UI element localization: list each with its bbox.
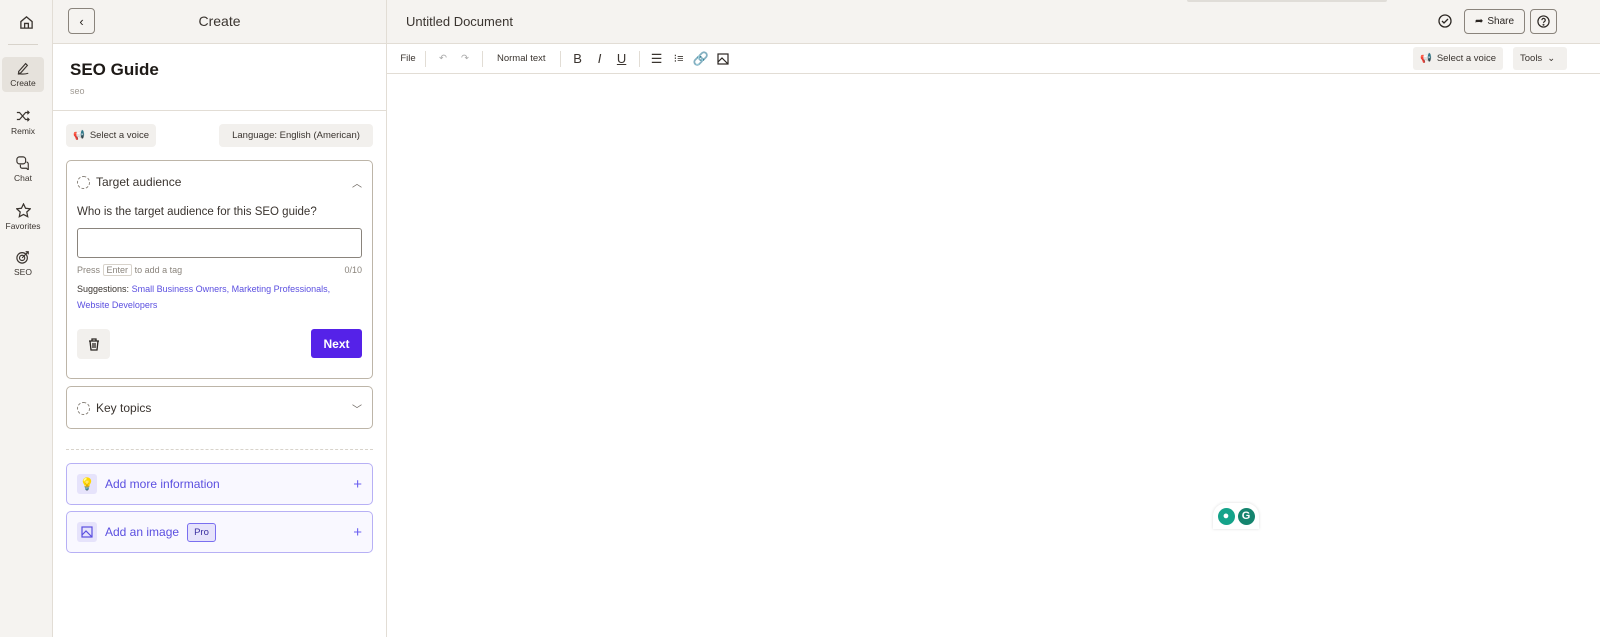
suggestions-label: Suggestions: <box>77 284 130 294</box>
suggestion-link[interactable]: Website Developers <box>77 300 157 310</box>
editor-toolbar: File ↶ ↷ Normal text B I U ☰ ⁝≡ 🔗 📢 Selec… <box>387 44 1600 74</box>
link-icon[interactable]: 🔗 <box>690 48 712 70</box>
next-button[interactable]: Next <box>311 329 362 358</box>
suggestion-link[interactable]: Small Business Owners, <box>132 284 230 294</box>
panel-header: ‹ Create <box>53 0 386 44</box>
rail-item-remix[interactable]: Remix <box>2 105 44 140</box>
underline-icon[interactable]: U <box>611 48 633 70</box>
audience-input[interactable] <box>77 228 362 258</box>
step-header[interactable]: Target audience ︿ <box>67 161 372 203</box>
chevron-down-icon[interactable]: ﹀ <box>352 401 362 416</box>
suggestions: Suggestions: Small Business Owners, Mark… <box>67 281 372 313</box>
delete-button[interactable] <box>77 329 110 359</box>
trash-icon <box>88 337 99 351</box>
home-button[interactable] <box>0 8 53 36</box>
editor-select-voice-button[interactable]: 📢 Select a voice <box>1413 47 1503 70</box>
document-title[interactable]: Untitled Document <box>406 14 513 29</box>
add-more-information-button[interactable]: 💡 Add more information + <box>66 463 373 505</box>
tools-dropdown[interactable]: Tools ⌄ <box>1513 47 1567 70</box>
help-icon <box>1537 15 1550 28</box>
tools-label: Tools <box>1520 53 1543 64</box>
panel-header-title: Create <box>198 13 241 29</box>
lightbulb-icon: 💡 <box>77 474 97 494</box>
home-icon <box>20 15 33 29</box>
editor-topbar: Untitled Document ➦ Share <box>387 0 1600 44</box>
redo-icon[interactable]: ↷ <box>454 48 476 70</box>
enter-key: Enter <box>102 264 133 276</box>
hint-text: to add a tag <box>134 265 183 275</box>
step-target-audience: Target audience ︿ Who is the target audie… <box>66 160 373 379</box>
rail-item-create[interactable]: Create <box>2 57 44 92</box>
grammarly-widget[interactable]: ● G <box>1213 503 1259 529</box>
step-title: Target audience <box>96 175 182 189</box>
chevron-down-icon: ⌄ <box>1547 53 1556 64</box>
select-voice-label: Select a voice <box>89 130 149 141</box>
rail-label: SEO <box>14 267 32 277</box>
template-title: SEO Guide <box>70 60 159 79</box>
rail-item-favorites[interactable]: Favorites <box>2 199 44 234</box>
rail-label: Favorites <box>5 220 41 231</box>
star-icon <box>15 202 31 218</box>
select-voice-button[interactable]: 📢 Select a voice <box>66 124 156 147</box>
help-button[interactable] <box>1530 9 1557 34</box>
add-image-label: Add an image <box>105 525 180 539</box>
create-panel: ‹ Create SEO Guide seo 📢 Select a voice L… <box>53 0 387 637</box>
bullet-list-icon[interactable]: ☰ <box>646 48 668 70</box>
language-button[interactable]: Language: English (American) <box>219 124 373 147</box>
language-label: Language: English (American) <box>232 130 360 141</box>
insert-image-icon[interactable] <box>712 48 734 70</box>
template-title-block: SEO Guide seo <box>53 44 386 111</box>
pro-badge: Pro <box>187 522 216 542</box>
editor: Untitled Document ➦ Share File ↶ ↷ Normal… <box>387 0 1600 637</box>
undo-icon[interactable]: ↶ <box>432 48 454 70</box>
add-info-label: Add more information <box>105 477 220 491</box>
step-key-topics[interactable]: Key topics ﹀ <box>66 386 373 429</box>
numbered-list-icon[interactable]: ⁝≡ <box>668 48 690 70</box>
megaphone-icon: 📢 <box>73 130 85 141</box>
chat-icon <box>16 156 29 170</box>
share-icon: ➦ <box>1474 16 1484 27</box>
rail-label: Create <box>10 78 36 88</box>
text-style-dropdown[interactable]: Normal text <box>489 48 554 70</box>
step-header[interactable]: Key topics ﹀ <box>67 387 372 429</box>
pen-icon <box>17 62 29 75</box>
add-image-button[interactable]: Add an image Pro + <box>66 511 373 553</box>
bold-icon[interactable]: B <box>567 48 589 70</box>
dashed-circle-icon <box>77 175 90 189</box>
share-label: Share <box>1487 16 1515 27</box>
rail-label: Chat <box>14 173 32 183</box>
plus-icon: + <box>353 475 362 493</box>
suggestion-link[interactable]: Marketing Professionals, <box>232 284 331 294</box>
input-hint: Press Enter to add a tag 0/10 <box>67 264 372 276</box>
divider <box>8 44 38 45</box>
voice-label: Select a voice <box>1436 53 1496 64</box>
popup-edge <box>1187 0 1387 2</box>
left-rail: Create Remix Chat Favorites SEO <box>0 0 53 637</box>
file-menu[interactable]: File <box>397 48 419 70</box>
image-icon <box>77 522 97 542</box>
step-title: Key topics <box>96 401 152 415</box>
plus-icon: + <box>353 523 362 541</box>
chevron-up-icon[interactable]: ︿ <box>352 175 362 190</box>
rail-item-seo[interactable]: SEO <box>2 246 44 281</box>
hint-text: Press <box>77 265 101 275</box>
tag-count: 0/10 <box>344 265 362 275</box>
divider <box>66 449 373 450</box>
check-circle-icon[interactable] <box>1438 14 1452 28</box>
dashed-circle-icon <box>77 401 90 415</box>
step-question: Who is the target audience for this SEO … <box>77 206 317 218</box>
shuffle-icon <box>16 110 30 122</box>
grammarly-icon: G <box>1237 507 1255 525</box>
share-button[interactable]: ➦ Share <box>1464 9 1525 34</box>
rail-label: Remix <box>10 126 36 136</box>
template-subtitle: seo <box>70 86 85 96</box>
target-icon <box>16 251 29 264</box>
italic-icon[interactable]: I <box>589 48 611 70</box>
lightbulb-icon: ● <box>1217 507 1235 525</box>
megaphone-icon: 📢 <box>1420 53 1432 64</box>
rail-item-chat[interactable]: Chat <box>2 152 44 187</box>
